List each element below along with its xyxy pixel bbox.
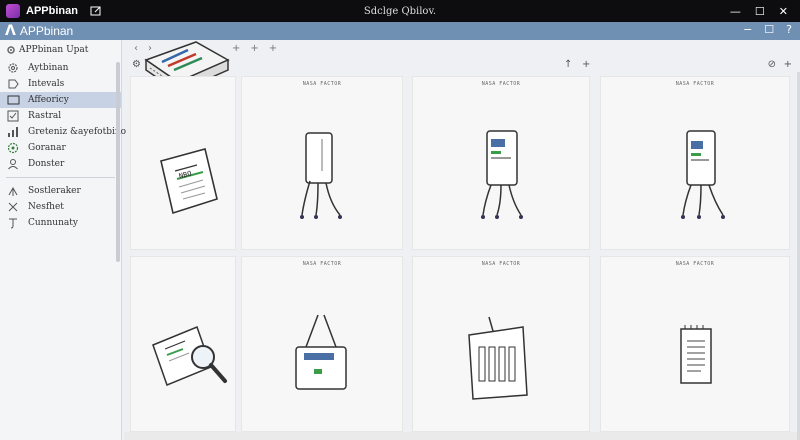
add-icon[interactable]: + — [784, 59, 792, 70]
card-document-tablet[interactable]: NBO — [130, 76, 236, 250]
notepad-icon — [680, 325, 712, 384]
sensor-device-icon — [300, 132, 342, 219]
sort-up-icon[interactable]: ↑ — [564, 59, 572, 70]
sidebar: APPbinan Upat Aytbinan Intevals Affeoric… — [0, 40, 126, 440]
help-button[interactable]: ? — [786, 23, 792, 36]
card-device-3[interactable]: NASA FACTOR — [600, 76, 790, 250]
back-icon[interactable]: ‹ — [134, 43, 138, 54]
card-device-4[interactable]: NASA FACTOR — [241, 256, 403, 432]
sidebar-item-label: Aytbinan — [28, 63, 69, 73]
card-label: NASA FACTOR — [481, 261, 521, 267]
card-grid: NBO NASA FACTOR NASA FACTOR NASA FACTOR — [124, 72, 800, 440]
close-button[interactable]: ✕ — [779, 5, 788, 18]
sidebar-item-label: Donster — [28, 159, 65, 169]
card-label: NASA FACTOR — [481, 81, 521, 87]
sidebar-scrollbar[interactable] — [116, 62, 120, 262]
card-device-5[interactable]: NASA FACTOR — [412, 256, 590, 432]
meter-device-icon — [295, 314, 347, 390]
app-header-title: APPbinan — [19, 24, 74, 38]
sidebar-header[interactable]: APPbinan Upat — [0, 40, 121, 60]
minimize-app-button[interactable]: − — [743, 23, 752, 36]
sidebar-item-aytbinan[interactable]: Aytbinan — [0, 60, 121, 76]
app-header: Λ APPbinan − ☐ ? — [0, 22, 800, 40]
sidebar-item-label: Rastral — [28, 111, 62, 121]
add-tab-icon[interactable]: + — [232, 43, 240, 54]
person-icon — [8, 159, 18, 170]
gear-icon — [7, 46, 15, 54]
hook-icon — [9, 218, 17, 229]
monitor-device-icon — [481, 130, 523, 219]
tablet-document-icon — [160, 148, 218, 215]
sidebar-item-nesfhet[interactable]: Nesfhet — [0, 199, 121, 215]
arrow-icon — [8, 186, 18, 196]
card-label: NASA FACTOR — [675, 81, 715, 87]
gear-icon — [8, 63, 18, 73]
logo-icon: Λ — [5, 23, 16, 39]
sidebar-item-sostleraker[interactable]: Sostleraker — [0, 183, 121, 199]
status-icon[interactable]: ⊘ — [768, 59, 776, 70]
sidebar-item-intevals[interactable]: Intevals — [0, 76, 121, 92]
sidebar-header-label: APPbinan Upat — [19, 45, 89, 55]
app-icon — [6, 4, 20, 18]
sidebar-item-rastral[interactable]: Rastral — [0, 108, 121, 124]
monitor-device-icon — [681, 130, 725, 219]
sidebar-divider — [6, 177, 115, 178]
sidebar-item-label: Nesfhet — [28, 202, 64, 212]
card-search-document[interactable] — [130, 256, 236, 432]
sidebar-item-label: Goranar — [28, 143, 66, 153]
card-device-1[interactable]: NASA FACTOR — [241, 76, 403, 250]
card-label: NASA FACTOR — [302, 261, 342, 267]
minimize-button[interactable]: — — [730, 5, 741, 18]
restore-app-button[interactable]: ☐ — [764, 23, 774, 36]
sidebar-item-label: Greteniz &ayefotbino — [28, 127, 127, 137]
sidebar-item-donster[interactable]: Donster — [0, 156, 121, 172]
magnifier-document-icon — [152, 326, 227, 386]
tag-icon — [8, 79, 19, 89]
sidebar-item-affeoricy[interactable]: Affeoricy — [0, 92, 121, 108]
cross-arrow-icon — [8, 202, 18, 212]
tagged-box-icon — [468, 316, 528, 400]
next-row-peek — [124, 432, 800, 440]
sidebar-item-label: Affeoricy — [28, 95, 69, 105]
sidebar-item-label: Sostleraker — [28, 186, 81, 196]
app-name: APPbinan — [26, 5, 78, 17]
sidebar-item-cunnunaty[interactable]: Cunnunaty — [0, 215, 121, 231]
sidebar-item-goranar[interactable]: Goranar — [0, 140, 121, 156]
edit-icon[interactable] — [90, 5, 102, 17]
card-label: NASA FACTOR — [302, 81, 342, 87]
sidebar-item-greteniz[interactable]: Greteniz &ayefotbino — [0, 124, 126, 140]
title-bar: APPbinan Sdclge Qbilov. — ☐ ✕ — [0, 0, 800, 22]
maximize-button[interactable]: ☐ — [755, 5, 765, 18]
card-device-2[interactable]: NASA FACTOR — [412, 76, 590, 250]
window-title: Sdclge Qbilov. — [363, 5, 437, 17]
card-device-6[interactable]: NASA FACTOR — [600, 256, 790, 432]
sidebar-item-label: Cunnunaty — [28, 218, 78, 228]
add-tab-icon[interactable]: + — [269, 43, 277, 54]
sidebar-item-label: Intevals — [28, 79, 65, 89]
window-icon — [7, 95, 20, 105]
add-icon[interactable]: + — [582, 59, 590, 70]
add-tab-icon[interactable]: + — [250, 43, 258, 54]
bar-chart-icon — [8, 127, 18, 137]
settings-icon — [7, 142, 19, 154]
card-label: NASA FACTOR — [675, 261, 715, 267]
check-icon — [7, 110, 19, 122]
